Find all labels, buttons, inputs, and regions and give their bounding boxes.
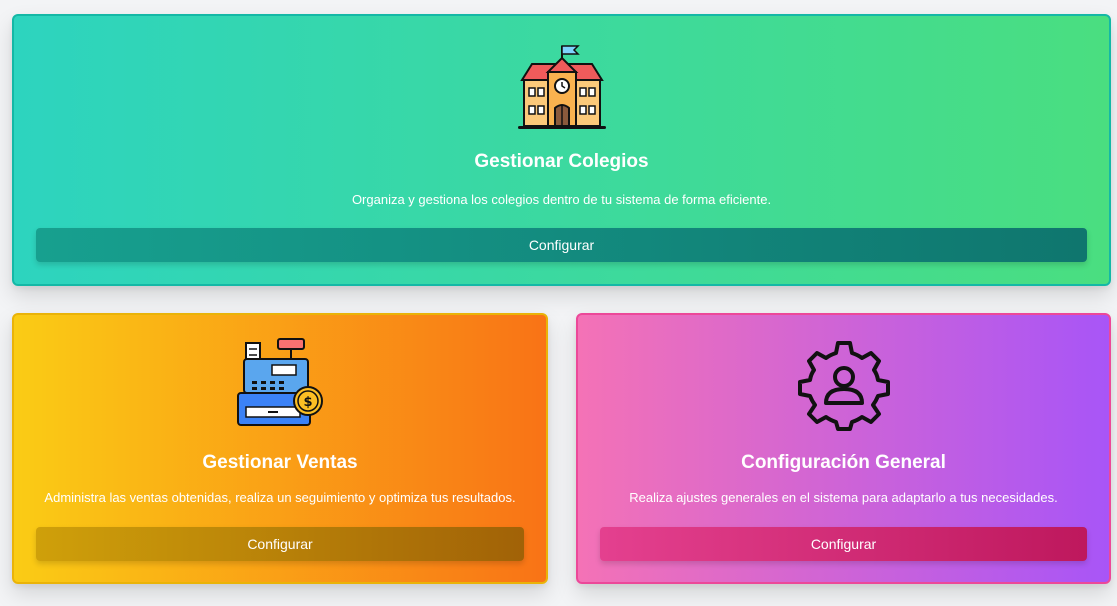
card-description: Organiza y gestiona los colegios dentro … <box>351 192 772 207</box>
configurar-general-button[interactable]: Configurar <box>600 527 1087 561</box>
card-title: Gestionar Ventas <box>202 452 358 473</box>
card-gestionar-colegios: Gestionar Colegios Organiza y gestiona l… <box>12 14 1111 286</box>
user-gear-icon <box>797 341 890 431</box>
cash-register-icon: $ <box>237 338 323 426</box>
card-description: Realiza ajustes generales en el sistema … <box>629 490 1058 505</box>
card-description: Administra las ventas obtenidas, realiza… <box>44 490 516 505</box>
configurar-ventas-button[interactable]: Configurar <box>36 527 524 561</box>
card-gestionar-ventas: $ Gestionar Ventas Administra las ventas… <box>12 313 548 584</box>
svg-text:$: $ <box>303 395 312 410</box>
card-title: Gestionar Colegios <box>474 151 649 172</box>
card-configuracion-general: Configuración General Realiza ajustes ge… <box>576 313 1111 584</box>
configurar-colegios-button[interactable]: Configurar <box>36 228 1087 262</box>
card-title: Configuración General <box>741 452 946 473</box>
school-icon <box>517 45 606 129</box>
